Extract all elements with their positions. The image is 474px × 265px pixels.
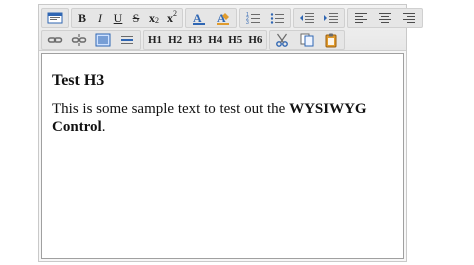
wysiwyg-editor: B I U S x2 x2 A A 1 2 3 H1 H2 H3 H4 H5 H… xyxy=(38,4,423,262)
align-left-button[interactable] xyxy=(350,10,372,26)
unlink-icon xyxy=(71,34,87,46)
highlight-color-button[interactable]: A xyxy=(212,10,234,26)
cut-button[interactable] xyxy=(272,32,294,48)
copy-icon xyxy=(300,33,314,47)
editor-content-area[interactable]: Test H3 This is some sample text to test… xyxy=(41,53,404,259)
indent-icon xyxy=(324,13,338,23)
code-window-icon xyxy=(47,12,63,24)
superscript-button[interactable]: x2 xyxy=(164,10,180,26)
html-source-button[interactable] xyxy=(44,10,66,26)
ordered-list-button[interactable]: 1 2 3 xyxy=(242,10,264,26)
toolbar-group-colors: A A xyxy=(185,8,237,28)
content-paragraph: This is some sample text to test out the… xyxy=(52,100,393,136)
subscript-small: 2 xyxy=(155,16,159,25)
toolbar-group-source xyxy=(41,8,69,28)
superscript-small: 2 xyxy=(173,9,177,18)
horizontal-rule-icon xyxy=(121,36,133,44)
copy-button[interactable] xyxy=(296,32,318,48)
paste-button[interactable] xyxy=(320,32,342,48)
italic-button[interactable]: I xyxy=(92,10,108,26)
strikethrough-button[interactable]: S xyxy=(128,10,144,26)
scissors-icon xyxy=(276,33,289,47)
clipboard-icon xyxy=(325,33,337,48)
bold-button[interactable]: B xyxy=(74,10,90,26)
toolbar-group-format: B I U S x2 x2 xyxy=(71,8,183,28)
align-right-button[interactable] xyxy=(398,10,420,26)
unordered-list-icon xyxy=(270,13,284,24)
toolbar-group-headings: H1 H2 H3 H4 H5 H6 xyxy=(143,30,268,50)
toolbar-row-2: H1 H2 H3 H4 H5 H6 xyxy=(41,30,346,50)
heading-2-button[interactable]: H2 xyxy=(166,32,184,48)
remove-link-button[interactable] xyxy=(68,32,90,48)
align-center-icon xyxy=(379,13,391,23)
ordered-list-icon: 1 2 3 xyxy=(246,12,260,26)
link-icon xyxy=(47,37,63,43)
paragraph-end: . xyxy=(101,119,106,135)
outdent-icon xyxy=(300,13,314,23)
indent-button[interactable] xyxy=(320,10,342,26)
heading-3-button[interactable]: H3 xyxy=(186,32,204,48)
heading-6-button[interactable]: H6 xyxy=(246,32,264,48)
content-heading: Test H3 xyxy=(52,72,105,89)
insert-image-button[interactable] xyxy=(92,32,114,48)
toolbar-group-links xyxy=(41,30,141,50)
insert-link-button[interactable] xyxy=(44,32,66,48)
text-color-button[interactable]: A xyxy=(188,10,210,26)
toolbar-group-clipboard xyxy=(269,30,346,50)
underline-button[interactable]: U xyxy=(110,10,126,26)
paragraph-text: This is some sample text to test out the xyxy=(52,101,290,117)
align-center-button[interactable] xyxy=(374,10,396,26)
toolbar-row-1: B I U S x2 x2 A A 1 2 3 xyxy=(41,8,423,28)
editor-toolbar: B I U S x2 x2 A A 1 2 3 H1 H2 H3 H4 H5 H… xyxy=(39,5,423,51)
svg-text:A: A xyxy=(193,11,202,25)
toolbar-group-lists: 1 2 3 xyxy=(239,8,291,28)
heading-5-button[interactable]: H5 xyxy=(226,32,244,48)
align-left-icon xyxy=(355,13,367,23)
highlight-icon: A xyxy=(217,11,229,25)
text-color-icon: A xyxy=(193,11,205,25)
heading-4-button[interactable]: H4 xyxy=(206,32,224,48)
subscript-button[interactable]: x2 xyxy=(146,10,162,26)
image-icon xyxy=(95,33,111,47)
toolbar-group-indent xyxy=(293,8,345,28)
align-right-icon xyxy=(403,13,415,23)
svg-text:3: 3 xyxy=(246,20,249,26)
toolbar-group-align xyxy=(347,8,423,28)
outdent-button[interactable] xyxy=(296,10,318,26)
unordered-list-button[interactable] xyxy=(266,10,288,26)
heading-1-button[interactable]: H1 xyxy=(146,32,164,48)
horizontal-rule-button[interactable] xyxy=(116,32,138,48)
